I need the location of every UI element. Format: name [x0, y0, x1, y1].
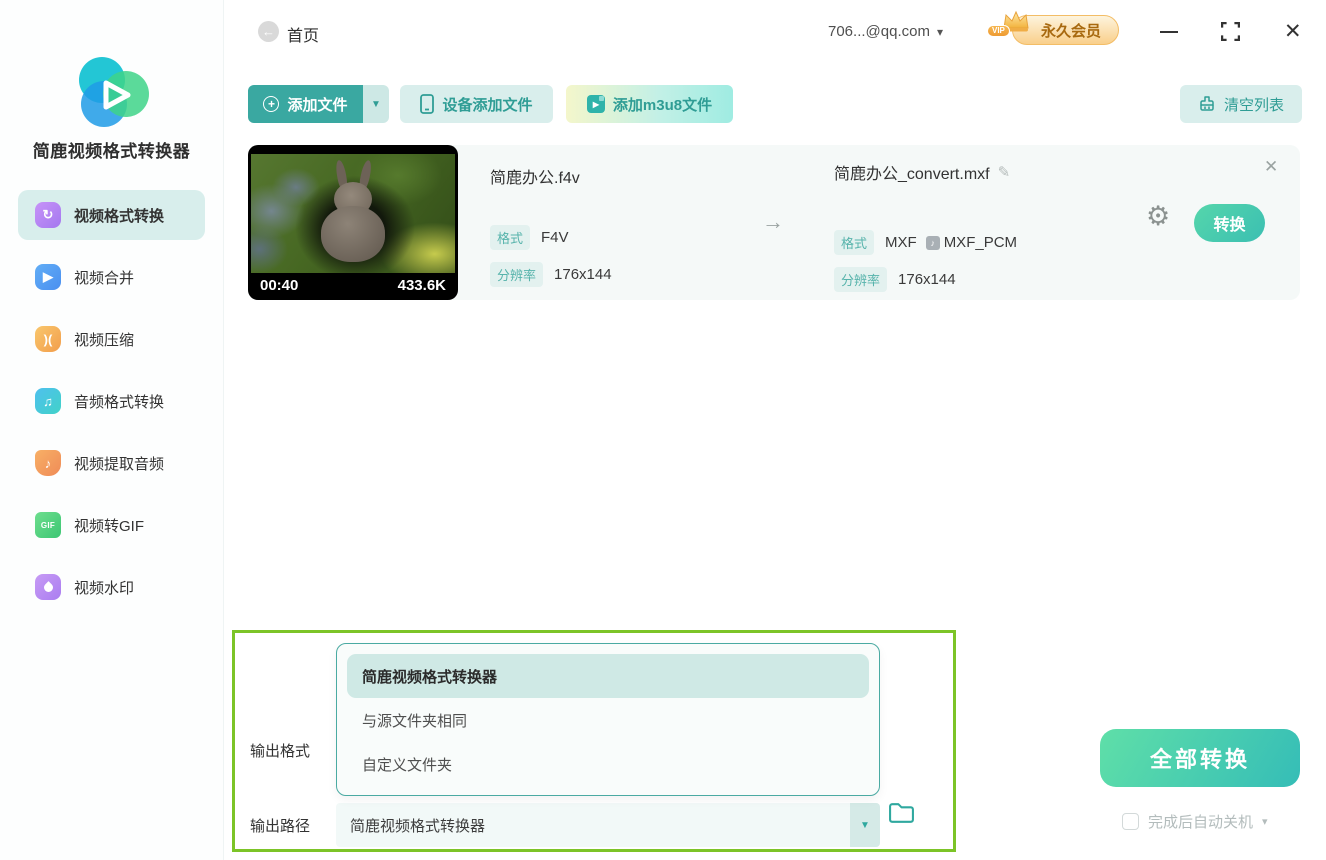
- account-caret-icon: ▾: [936, 24, 943, 39]
- file-row: 00:40 433.6K 简鹿办公.f4v 格式 F4V 分辨率 176x144…: [248, 145, 1300, 300]
- auto-shutdown-checkbox[interactable]: [1122, 813, 1139, 830]
- video-convert-icon: ↻: [35, 202, 61, 228]
- source-format-line: 格式 F4V: [490, 225, 569, 250]
- path-caret-icon: ▼: [850, 803, 880, 847]
- edit-icon[interactable]: ✎: [998, 163, 1011, 181]
- close-icon: ✕: [1284, 20, 1302, 43]
- convert-button[interactable]: 转换: [1194, 204, 1265, 242]
- vip-tag: VIP: [987, 25, 1010, 37]
- sidebar-item-video-merge[interactable]: ▶ 视频合并: [18, 252, 205, 302]
- target-filename-line: 简鹿办公_convert.mxf ✎: [834, 160, 1010, 184]
- plus-icon: +: [263, 96, 280, 112]
- output-format-label: 输出格式: [250, 743, 311, 760]
- open-folder-button[interactable]: [888, 800, 915, 830]
- video-to-gif-icon: GIF: [35, 512, 61, 538]
- source-format-value: F4V: [541, 229, 569, 246]
- output-path-select[interactable]: 简鹿视频格式转换器 ▼: [336, 803, 880, 847]
- minimize-button[interactable]: [1156, 22, 1182, 42]
- shutdown-caret-icon: ▾: [1262, 816, 1268, 828]
- source-filename: 简鹿办公.f4v: [490, 170, 580, 187]
- dropdown-option-same-as-source[interactable]: 与源文件夹相同: [337, 698, 879, 742]
- add-file-dropdown-button[interactable]: ▼: [363, 85, 389, 123]
- sidebar-item-label: 视频合并: [74, 269, 135, 287]
- sidebar-item-label: 视频水印: [74, 579, 135, 597]
- sidebar-item-label: 视频提取音频: [74, 455, 165, 473]
- sidebar-item-watermark[interactable]: 视频水印: [18, 562, 205, 612]
- app-logo-icon: [68, 54, 156, 143]
- format-badge: 格式: [834, 230, 875, 255]
- target-filename: 简鹿办公_convert.mxf: [834, 166, 990, 183]
- watermark-icon: [35, 574, 61, 600]
- dropdown-option-custom-folder[interactable]: 自定义文件夹: [337, 742, 879, 786]
- arrow-right-icon: →: [762, 209, 784, 234]
- account-email: 706...@qq.com: [828, 23, 930, 40]
- auto-shutdown-control[interactable]: 完成后自动关机 ▾: [1122, 811, 1268, 832]
- sidebar: 简鹿视频格式转换器 ↻ 视频格式转换 ▶ 视频合并 )( 视频压缩 ♫ 音频格式…: [0, 0, 224, 860]
- video-compress-icon: )(: [35, 326, 61, 352]
- device-add-label: 设备添加文件: [442, 96, 533, 114]
- video-thumbnail[interactable]: 00:40 433.6K: [248, 145, 458, 300]
- vip-label: 永久会员: [1041, 22, 1102, 40]
- auto-shutdown-label: 完成后自动关机: [1148, 814, 1254, 831]
- audio-convert-icon: ♫: [35, 388, 61, 414]
- format-badge: 格式: [490, 225, 531, 250]
- resolution-badge: 分辨率: [834, 267, 888, 292]
- output-path-dropdown: 简鹿视频格式转换器 与源文件夹相同 自定义文件夹: [336, 643, 880, 796]
- source-resolution-value: 176x144: [554, 266, 612, 283]
- app-title: 简鹿视频格式转换器: [32, 142, 191, 161]
- dropdown-option-selected[interactable]: 简鹿视频格式转换器: [347, 654, 869, 698]
- sidebar-item-label: 视频格式转换: [74, 207, 165, 225]
- source-resolution-line: 分辨率 176x144: [490, 262, 612, 287]
- sidebar-item-audio-convert[interactable]: ♫ 音频格式转换: [18, 376, 205, 426]
- target-format-value: MXF: [885, 234, 917, 251]
- add-m3u8-button[interactable]: ▶ 添加m3u8文件: [566, 85, 733, 123]
- close-button[interactable]: ✕: [1284, 19, 1302, 44]
- remove-file-icon[interactable]: ✕: [1264, 157, 1278, 177]
- device-add-file-button[interactable]: 设备添加文件: [400, 85, 553, 123]
- sidebar-item-extract-audio[interactable]: ♪ 视频提取音频: [18, 438, 205, 488]
- sidebar-item-video-to-gif[interactable]: GIF 视频转GIF: [18, 500, 205, 550]
- resolution-badge: 分辨率: [490, 262, 544, 287]
- convert-all-button[interactable]: 全部转换: [1100, 729, 1300, 787]
- add-m3u8-label: 添加m3u8文件: [612, 96, 713, 114]
- sidebar-item-label: 视频转GIF: [74, 517, 144, 535]
- maximize-button[interactable]: [1221, 22, 1241, 42]
- crown-icon: VIP: [987, 7, 1034, 43]
- target-codec-value: MXF_PCM: [943, 234, 1018, 251]
- gear-icon[interactable]: ⚙: [1146, 203, 1170, 230]
- convert-all-label: 全部转换: [1149, 747, 1250, 772]
- sidebar-item-label: 音频格式转换: [74, 393, 165, 411]
- extract-audio-icon: ♪: [35, 450, 61, 476]
- home-label: 首页: [287, 28, 320, 45]
- add-file-label: 添加文件: [287, 96, 348, 114]
- sidebar-item-video-convert[interactable]: ↻ 视频格式转换: [18, 190, 205, 240]
- phone-icon: [420, 94, 435, 114]
- sidebar-item-label: 视频压缩: [74, 331, 135, 349]
- clear-list-label: 清空列表: [1223, 96, 1284, 114]
- vip-badge[interactable]: VIP 永久会员: [987, 10, 1120, 45]
- video-duration: 00:40: [260, 277, 299, 294]
- sidebar-item-video-compress[interactable]: )( 视频压缩: [18, 314, 205, 364]
- video-size: 433.6K: [397, 277, 446, 294]
- target-resolution-value: 176x144: [898, 271, 956, 288]
- folder-icon: [889, 803, 914, 823]
- caret-down-icon: ▼: [371, 98, 381, 110]
- convert-label: 转换: [1213, 217, 1246, 234]
- back-button[interactable]: ←: [258, 21, 279, 42]
- target-format-line: 格式 MXF ♪ MXF_PCM: [834, 230, 1017, 255]
- output-path-label: 输出路径: [250, 818, 311, 835]
- target-resolution-line: 分辨率 176x144: [834, 267, 956, 292]
- sidebar-menu: ↻ 视频格式转换 ▶ 视频合并 )( 视频压缩 ♫ 音频格式转换 ♪ 视频提取音…: [0, 190, 223, 624]
- broom-icon: [1200, 96, 1214, 111]
- codec-note-icon: ♪: [925, 235, 940, 250]
- back-icon: ←: [262, 24, 275, 39]
- add-file-button[interactable]: + 添加文件: [248, 85, 363, 123]
- m3u8-file-icon: ▶: [586, 95, 605, 113]
- maximize-icon: [1221, 22, 1240, 41]
- video-merge-icon: ▶: [35, 264, 61, 290]
- thumbnail-image: [251, 154, 455, 273]
- account-menu[interactable]: 706...@qq.com ▾: [828, 23, 943, 40]
- clear-list-button[interactable]: 清空列表: [1180, 85, 1302, 123]
- output-path-value: 简鹿视频格式转换器: [350, 817, 486, 835]
